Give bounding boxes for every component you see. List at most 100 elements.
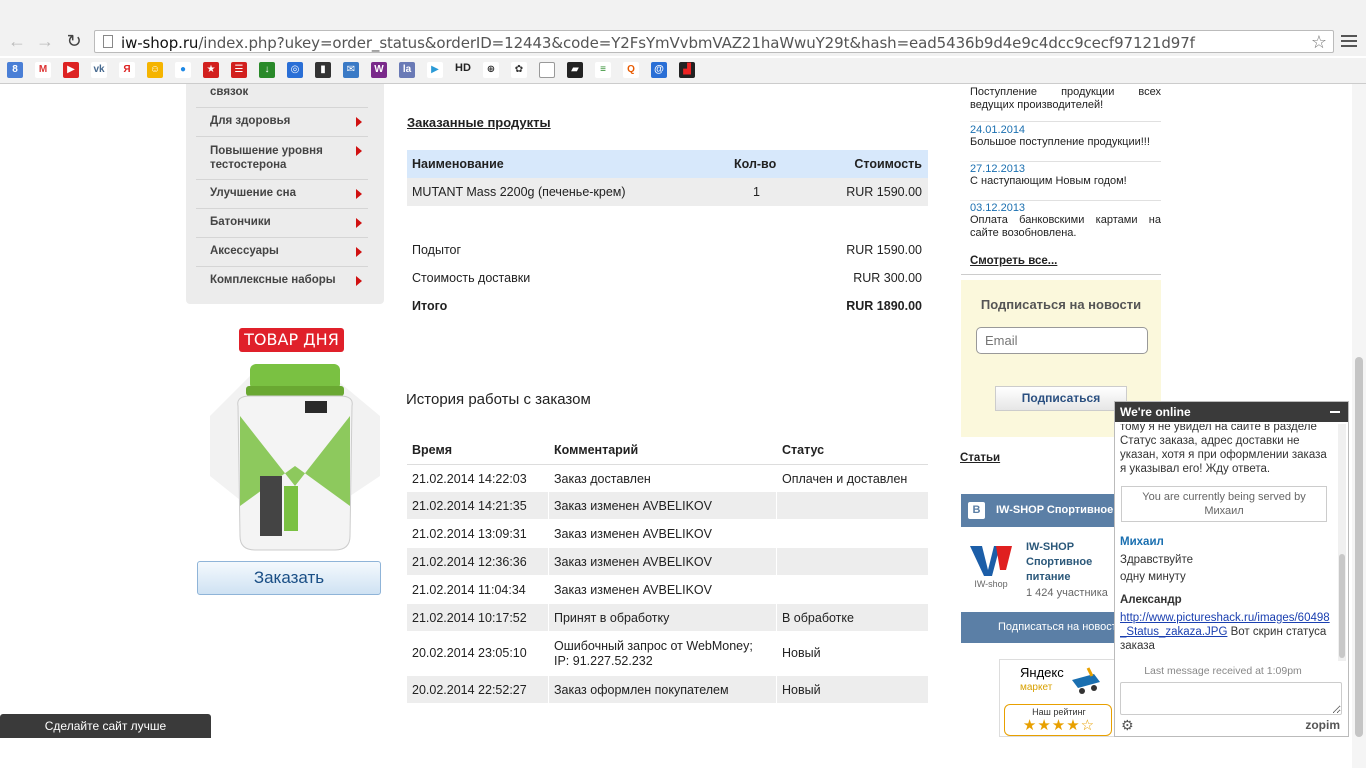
chat-messages: тому я не увидел на сайте в разделе Стат… xyxy=(1120,424,1335,664)
chat-header[interactable]: We're online xyxy=(1115,402,1348,422)
rating-box: Наш рейтинг ★★★★☆ xyxy=(1004,704,1112,736)
category-item-health[interactable]: Для здоровья xyxy=(196,108,368,137)
bookmarks-bar: 8 M ▶ vk Я ☺ ● ★ ☰ ↓ ◎ ▮ ✉ W la ▶ HD ⊕ ✿… xyxy=(0,58,1366,84)
chat-message: Здравствуйте xyxy=(1120,554,1194,566)
articles-link[interactable]: Статьи xyxy=(960,452,1000,464)
subtotal-row: Подытог RUR 1590.00 xyxy=(412,243,922,257)
back-arrow-icon[interactable]: ← xyxy=(6,30,28,52)
yandex-market-widget[interactable]: Яндекс маркет Наш рейтинг ★★★★☆ xyxy=(999,659,1117,737)
bookmark-icon[interactable]: Q xyxy=(623,62,639,78)
yandex-market-title: Яндекс xyxy=(1020,665,1064,680)
table-row: 21.02.2014 14:21:35 Заказ изменен AVBELI… xyxy=(407,492,928,520)
category-item-accessories[interactable]: Аксессуары xyxy=(196,238,368,267)
youtube-icon[interactable]: ▶ xyxy=(63,62,79,78)
arrow-right-icon xyxy=(356,146,362,156)
iw-shop-logo[interactable]: IW-shop xyxy=(966,540,1016,590)
browser-menu-icon[interactable] xyxy=(1341,32,1357,48)
chat-input[interactable] xyxy=(1120,682,1342,715)
bookmark-icon[interactable]: @ xyxy=(651,62,667,78)
news-all-link[interactable]: Смотреть все... xyxy=(970,255,1057,267)
wikipedia-icon[interactable]: W xyxy=(371,62,387,78)
bookmark-icon[interactable]: ★ xyxy=(203,62,219,78)
globe-icon[interactable]: ◎ xyxy=(287,62,303,78)
browser-titlebar xyxy=(0,0,1366,30)
reload-icon[interactable]: ↻ xyxy=(63,30,85,52)
vk-bookmark-icon[interactable]: vk xyxy=(91,62,107,78)
gmail-icon[interactable]: M xyxy=(35,62,51,78)
chat-message: http://www.pictureshack.ru/images/60498_… xyxy=(1120,612,1330,652)
shipping-row: Стоимость доставки RUR 300.00 xyxy=(412,271,922,285)
bookmark-icon[interactable]: la xyxy=(399,62,415,78)
email-field[interactable] xyxy=(976,327,1148,354)
divider xyxy=(961,274,1161,275)
category-item-sleep[interactable]: Улучшение сна xyxy=(196,180,368,209)
arrow-right-icon xyxy=(356,189,362,199)
deal-of-day-badge: ТОВАР ДНЯ xyxy=(239,328,344,352)
table-row: 21.02.2014 12:36:36 Заказ изменен AVBELI… xyxy=(407,548,928,576)
table-row: 20.02.2014 23:05:10 Ошибочный запрос от … xyxy=(407,632,928,676)
news-item[interactable]: Поступление продукции всех ведущих произ… xyxy=(970,86,1161,122)
bookmark-icon[interactable]: ▰ xyxy=(567,62,583,78)
news-item[interactable]: 24.01.2014 Большое поступление продукции… xyxy=(970,124,1161,162)
bookmark-icon[interactable]: 8 xyxy=(7,62,23,78)
table-row: 20.02.2014 22:52:27 Заказ оформлен покуп… xyxy=(407,676,928,704)
url-text[interactable]: iw-shop.ru/index.php?ukey=order_status&o… xyxy=(121,34,1195,52)
vk-members-count: 1 424 участника xyxy=(1026,587,1108,599)
bookmark-icon[interactable]: ✉ xyxy=(343,62,359,78)
yandex-bookmark-icon[interactable]: Я xyxy=(119,62,135,78)
history-title: История работы с заказом xyxy=(406,391,591,408)
user-name: Александр xyxy=(1120,594,1182,606)
drop-icon[interactable]: ● xyxy=(175,62,191,78)
category-item-bars[interactable]: Батончики xyxy=(196,209,368,238)
last-message-time: Last message received at 1:09pm xyxy=(1144,665,1302,677)
yandex-market-sub: маркет xyxy=(1020,682,1053,693)
page-scrollbar[interactable] xyxy=(1352,84,1366,768)
news-item[interactable]: 27.12.2013 С наступающим Новым годом! xyxy=(970,163,1161,201)
minimize-icon[interactable] xyxy=(1330,411,1340,413)
vk-group-name[interactable]: IW-SHOP Спортивное питание xyxy=(1026,540,1092,585)
hd-bookmark[interactable]: HD xyxy=(455,62,471,74)
play-store-icon[interactable]: ▶ xyxy=(427,62,443,78)
category-item[interactable]: связок xyxy=(196,84,368,108)
bookmark-icon[interactable]: ☰ xyxy=(231,62,247,78)
bookmark-icon[interactable]: ☺ xyxy=(147,62,163,78)
bookmark-icon[interactable]: ≡ xyxy=(595,62,611,78)
vk-widget-header[interactable]: В IW-SHOP Спортивное xyxy=(961,494,1131,527)
vk-logo-icon: В xyxy=(968,502,985,519)
table-row: 21.02.2014 11:04:34 Заказ изменен AVBELI… xyxy=(407,576,928,604)
vk-subscribe-button[interactable]: Подписаться на новост xyxy=(961,612,1131,643)
category-menu: связок Для здоровья Повышение уровня тес… xyxy=(186,84,384,304)
page-bookmark-icon[interactable] xyxy=(539,62,555,78)
product-image[interactable] xyxy=(200,356,390,556)
chat-message: тому я не увидел на сайте в разделе Стат… xyxy=(1120,424,1327,475)
table-row: 21.02.2014 10:17:52 Принят в обработку В… xyxy=(407,604,928,632)
arrow-right-icon xyxy=(356,247,362,257)
arrow-right-icon xyxy=(356,218,362,228)
bookmark-icon[interactable]: ✿ xyxy=(511,62,527,78)
order-button[interactable]: Заказать xyxy=(197,561,381,595)
chat-scrollbar[interactable] xyxy=(1338,424,1346,661)
arrow-right-icon xyxy=(356,117,362,127)
ordered-products-title: Заказанные продукты xyxy=(407,115,551,130)
chart-bookmark-icon[interactable]: ▮ xyxy=(315,62,331,78)
total-row: Итого RUR 1890.00 xyxy=(412,299,922,313)
bookmark-star-icon[interactable]: ☆ xyxy=(1311,32,1327,53)
category-item-kits[interactable]: Комплексные наборы xyxy=(196,267,368,296)
agent-name: Михаил xyxy=(1120,536,1164,548)
table-row: 21.02.2014 13:09:31 Заказ изменен AVBELI… xyxy=(407,520,928,548)
globe-icon[interactable]: ⊕ xyxy=(483,62,499,78)
gear-icon[interactable]: ⚙ xyxy=(1121,717,1134,734)
category-item-testosterone[interactable]: Повышение уровня тестостерона xyxy=(196,137,368,180)
served-by-notice: You are currently being served by Михаил xyxy=(1121,486,1327,522)
subscribe-button[interactable]: Подписаться xyxy=(995,386,1127,411)
forward-arrow-icon[interactable]: → xyxy=(34,30,56,52)
bookmark-icon[interactable]: ▟ xyxy=(679,62,695,78)
feedback-tab[interactable]: Сделайте сайт лучше xyxy=(0,714,211,738)
rating-stars: ★★★★☆ xyxy=(1022,717,1096,734)
address-bar[interactable]: iw-shop.ru/index.php?ukey=order_status&o… xyxy=(94,30,1334,53)
bookmark-icon[interactable]: ↓ xyxy=(259,62,275,78)
news-item[interactable]: 03.12.2013 Оплата банковскими картами на… xyxy=(970,202,1161,248)
table-row: 21.02.2014 14:22:03 Заказ доставлен Опла… xyxy=(407,464,928,492)
zopim-logo[interactable]: zopim xyxy=(1305,718,1340,732)
table-header: Время Комментарий Статус xyxy=(407,436,928,464)
